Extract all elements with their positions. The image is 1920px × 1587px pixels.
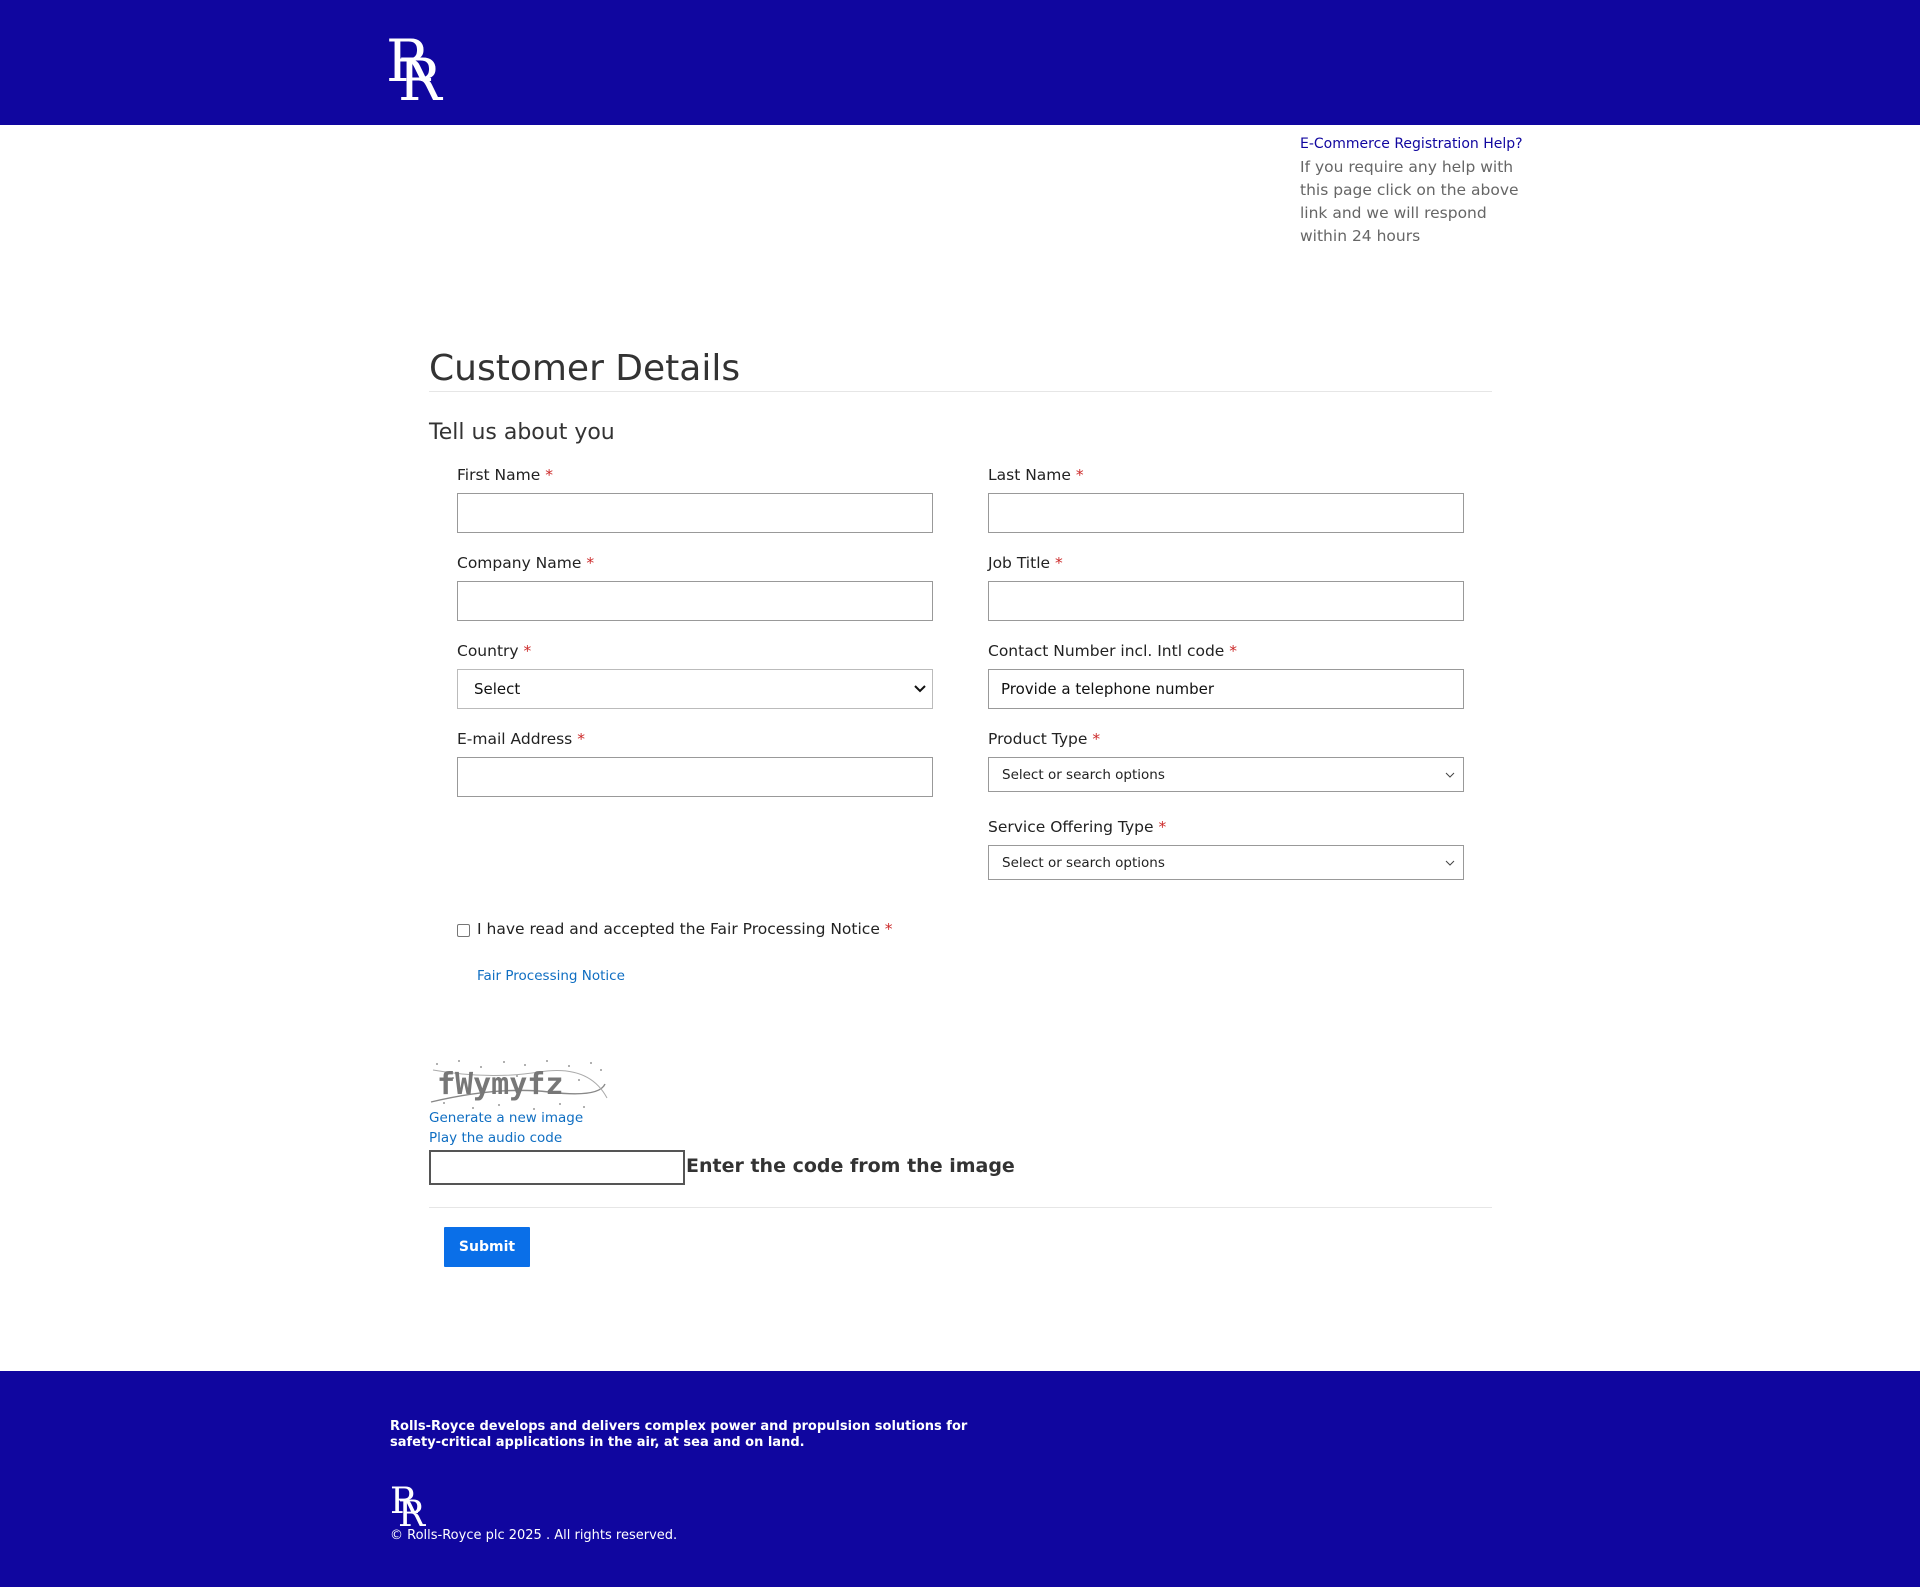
submit-button[interactable]: Submit [444,1227,530,1267]
required-marker: * [884,920,893,938]
play-audio-code-link[interactable]: Play the audio code [429,1130,562,1146]
chevron-down-icon [1445,772,1455,778]
svg-text:R: R [398,1494,426,1527]
required-marker: * [1229,642,1238,660]
job-title-input[interactable] [988,581,1464,621]
page-title: Customer Details [429,348,741,389]
footer-tagline: Rolls-Royce develops and delivers comple… [390,1419,968,1450]
service-offering-type-placeholder: Select or search options [1002,854,1165,871]
title-divider [429,391,1492,392]
registration-help-link[interactable]: E-Commerce Registration Help? [1300,134,1525,154]
country-label: Country * [457,642,532,660]
fair-processing-checkbox[interactable] [457,924,470,937]
required-marker: * [523,642,532,660]
site-header: R R [0,0,1920,125]
required-marker: * [1092,730,1101,748]
captcha-code-label: Enter the code from the image [686,1155,1015,1177]
contact-number-input[interactable]: Provide a telephone number [988,669,1464,709]
svg-text:R: R [398,46,444,102]
contact-number-label: Contact Number incl. Intl code * [988,642,1238,660]
service-offering-type-select[interactable]: Select or search options [988,845,1464,880]
product-type-placeholder: Select or search options [1002,766,1165,783]
product-type-select[interactable]: Select or search options [988,757,1464,792]
email-input[interactable] [457,757,933,797]
last-name-label: Last Name * [988,466,1084,484]
company-name-input[interactable] [457,581,933,621]
rolls-royce-logo-icon[interactable]: R R [386,26,450,102]
generate-new-image-link[interactable]: Generate a new image [429,1110,583,1126]
required-marker: * [577,730,585,748]
email-label: E-mail Address * [457,730,585,748]
captcha-code-input[interactable] [429,1150,685,1185]
required-marker: * [1054,554,1063,572]
captcha-image-text: fWymyfz [437,1067,563,1102]
registration-help: E-Commerce Registration Help? If you req… [1300,134,1525,248]
first-name-input[interactable] [457,493,933,533]
section-subtitle: Tell us about you [429,420,615,445]
required-marker: * [586,554,595,572]
country-select-value: Select [474,680,521,698]
chevron-down-icon [1445,860,1455,866]
form-divider [429,1207,1492,1208]
service-offering-type-label: Service Offering Type * [988,818,1167,836]
company-name-label: Company Name * [457,554,595,572]
first-name-label: First Name * [457,466,553,484]
site-footer: Rolls-Royce develops and delivers comple… [0,1371,1920,1587]
last-name-input[interactable] [988,493,1464,533]
country-select[interactable]: Select [457,669,933,709]
registration-help-text: If you require any help with this page c… [1300,158,1519,245]
fair-processing-checkbox-label[interactable]: I have read and accepted the Fair Proces… [477,920,893,938]
job-title-label: Job Title * [988,554,1063,572]
footer-copyright: © Rolls-Royce plc 2025 . All rights rese… [390,1528,678,1543]
required-marker: * [545,466,553,484]
required-marker: * [1075,466,1084,484]
product-type-label: Product Type * [988,730,1101,748]
rolls-royce-logo-icon[interactable]: R R [390,1479,430,1527]
fair-processing-notice-link[interactable]: Fair Processing Notice [477,968,625,984]
chevron-down-icon [914,685,926,693]
captcha-image: fWymyfz [430,1060,608,1110]
required-marker: * [1158,818,1167,836]
